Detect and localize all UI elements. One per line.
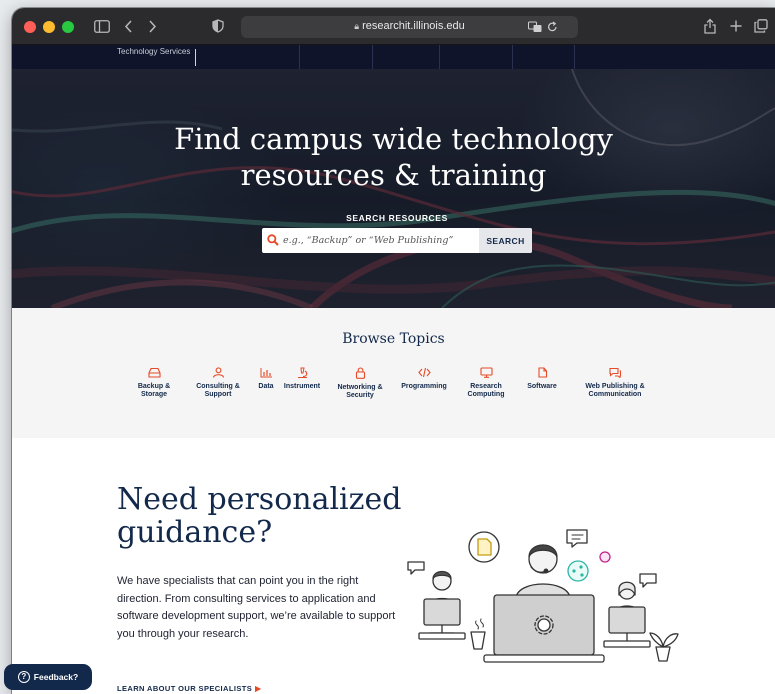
search-label: SEARCH RESOURCES [346,213,448,223]
address-bar[interactable]: 🔒︎ researchit.illinois.edu [241,16,578,38]
hero-heading-line2: resources & training [240,158,547,192]
guidance-heading: Need personalized guidance? [117,482,402,550]
lock-icon [355,367,365,379]
bar-chart-icon [260,368,272,378]
search-icon [267,234,279,246]
search-input[interactable] [283,228,479,253]
nav-divider [299,45,300,69]
hero-heading: Find campus wide technology resources & … [12,121,775,193]
microscope-icon [297,367,307,378]
guidance-body: We have specialists that can point you i… [117,575,396,640]
topic-consulting-support[interactable]: Consulting & Support [192,367,244,399]
zoom-window-button[interactable] [62,21,74,33]
brand-divider [195,49,196,66]
tab-overview-icon[interactable] [754,19,768,33]
nav-divider [439,45,440,69]
share-icon[interactable] [704,18,716,34]
topic-networking-security[interactable]: Networking & Security [332,367,388,400]
nav-divider [512,45,513,69]
topic-research-computing[interactable]: Research Computing [462,367,510,399]
hero-heading-line1: Find campus wide technology [174,122,613,156]
lock-icon: 🔒︎ [354,21,359,31]
browser-toolbar: 🔒︎ researchit.illinois.edu [12,8,775,45]
monitor-icon [479,367,493,378]
nav-divider [372,45,373,69]
browse-topics-title: Browse Topics [342,331,445,347]
minimize-window-button[interactable] [43,21,55,33]
topic-programming[interactable]: Programming [396,367,452,391]
forward-icon[interactable] [148,20,157,33]
topic-web-publishing-communication[interactable]: Web Publishing & Communication [574,367,656,399]
topic-instrument[interactable]: Instrument [280,367,324,391]
site-brand[interactable]: Technology Services [117,47,190,56]
guidance-section: Need personalized guidance? We have spec… [12,438,775,694]
specialists-illustration [407,529,679,663]
storage-icon [147,367,161,378]
nav-divider [574,45,575,69]
hero-banner: Find campus wide technology resources & … [12,69,775,308]
question-icon: ? [17,671,30,683]
privacy-shield-icon[interactable] [212,19,224,33]
close-window-button[interactable] [24,21,36,33]
topic-software[interactable]: Software [520,367,564,391]
caret-right-icon: ▶︎ [255,684,262,693]
reload-icon[interactable] [547,21,558,33]
browser-window: 🔒︎ researchit.illinois.edu Technology Se… [12,8,775,694]
topic-backup-storage[interactable]: Backup & Storage [134,367,174,399]
feedback-button[interactable]: ? Feedback? [4,664,92,690]
site-header: Technology Services [12,45,775,69]
search-form: SEARCH [262,228,532,253]
translate-icon[interactable] [528,21,542,33]
sidebar-toggle-icon[interactable] [94,20,110,33]
url-text: researchit.illinois.edu [362,20,465,32]
software-icon [537,367,547,378]
learn-specialists-link[interactable]: LEARN ABOUT OUR SPECIALISTS ▶︎ [117,684,261,693]
search-button[interactable]: SEARCH [479,228,532,253]
back-icon[interactable] [124,20,133,33]
topic-data[interactable]: Data [254,367,278,391]
people-icon [212,367,224,378]
chat-icon [609,367,621,378]
code-icon [417,367,431,378]
browse-topics-section: Browse Topics Backup & Storage Consultin… [12,308,775,438]
new-tab-icon[interactable] [730,20,742,32]
